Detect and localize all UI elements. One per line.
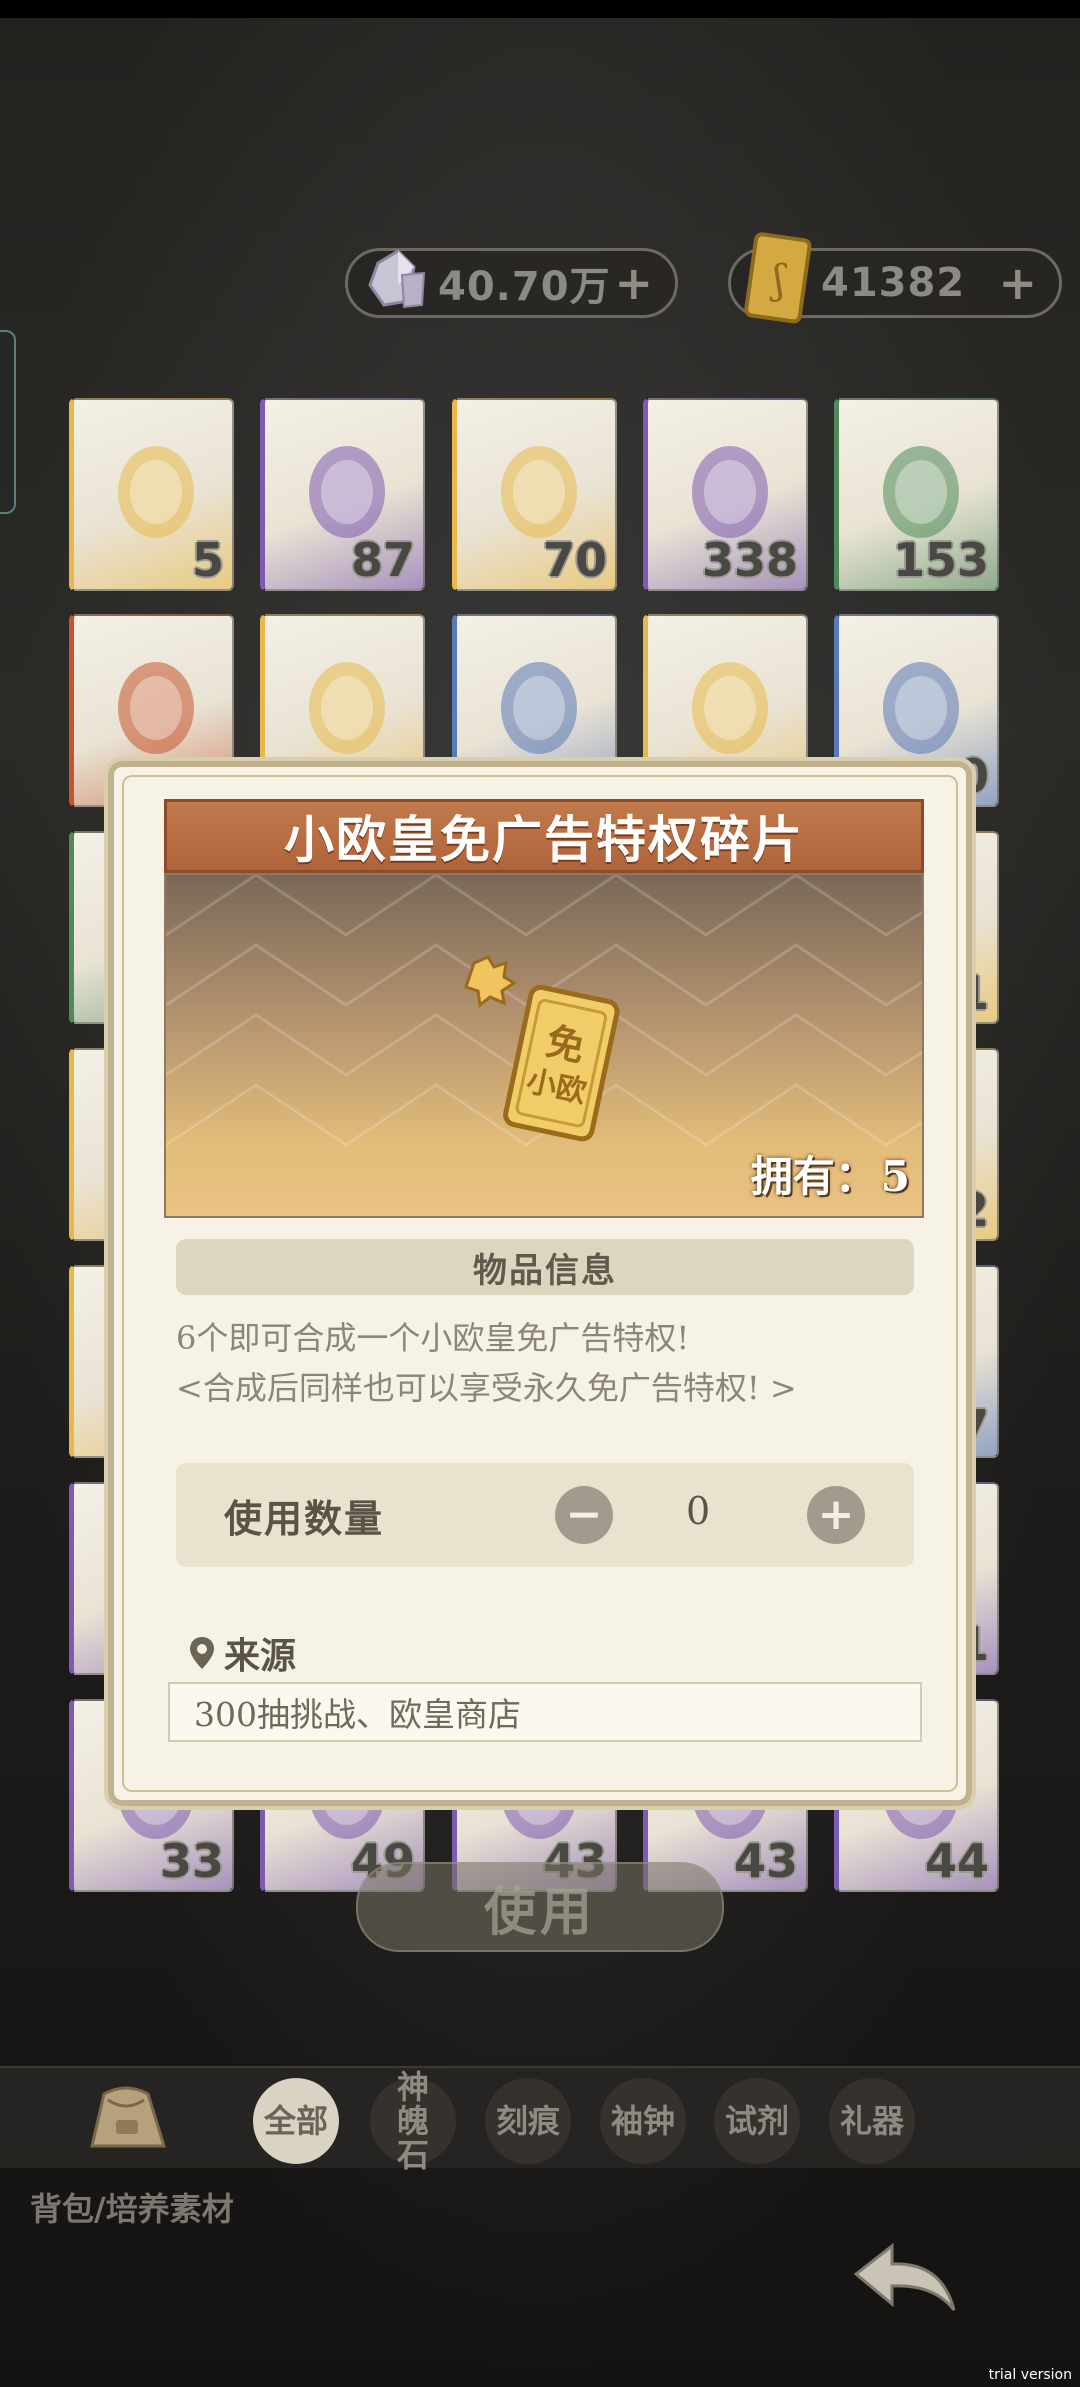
dialog-title-bar: 小欧皇免广告特权碎片	[164, 799, 924, 873]
ticket-currency: ʃ 41382 +	[728, 232, 1062, 324]
category-tab[interactable]: 神魄石	[370, 2070, 456, 2172]
ticket-icon: ʃ	[744, 232, 812, 324]
back-arrow-icon[interactable]	[850, 2240, 960, 2320]
crystal-currency: 40.70万 +	[345, 248, 678, 318]
crystal-icon	[368, 249, 426, 309]
blue-coupon-fragment-icon	[309, 446, 385, 538]
source-value: 300抽挑战、欧皇商店	[194, 1695, 521, 1734]
category-tab[interactable]: 礼器	[829, 2078, 915, 2164]
category-tab[interactable]: 试剂	[714, 2078, 800, 2164]
slot-count: 44	[924, 1834, 989, 1888]
location-pin-icon	[190, 1637, 214, 1669]
inventory-slot[interactable]: 153	[834, 398, 999, 591]
quantity-label: 使用数量	[224, 1495, 385, 1541]
potion-vials-icon	[883, 446, 959, 538]
owned-label: 拥有：	[750, 1152, 877, 1201]
crystal-amount: 40.70万	[438, 264, 611, 310]
scroll-icon	[309, 662, 385, 754]
decrease-quantity-button[interactable]: −	[555, 1486, 613, 1544]
purple-medal-icon	[883, 662, 959, 754]
item-info-header-label: 物品信息	[473, 1250, 617, 1291]
use-button[interactable]: 使用	[356, 1862, 724, 1952]
category-tab-label: 礼器	[839, 2102, 904, 2140]
inventory-slot[interactable]: 338	[643, 398, 808, 591]
owned-value: 5	[880, 1152, 910, 1201]
item-banner: 免 小欧 拥有：5	[164, 873, 924, 1218]
inventory-slot[interactable]: 70	[452, 398, 617, 591]
dialog-title: 小欧皇免广告特权碎片	[284, 810, 804, 869]
quantity-selector: 使用数量 − 0 +	[176, 1463, 914, 1567]
source-label: 来源	[224, 1635, 297, 1677]
increase-quantity-button[interactable]: +	[807, 1486, 865, 1544]
category-tab[interactable]: 全部	[253, 2078, 339, 2164]
ticket-amount: 41382	[821, 260, 966, 306]
add-ticket-button[interactable]: +	[998, 256, 1037, 310]
inventory-slot[interactable]: 87	[260, 398, 425, 591]
use-button-label: 使用	[483, 1881, 596, 1943]
coupon-fragment-icon	[118, 446, 194, 538]
add-crystal-button[interactable]: +	[614, 256, 653, 310]
minus-icon: −	[565, 1489, 603, 1540]
description-line-2: <合成后同样也可以享受永久免广告特权! >	[176, 1369, 797, 1407]
category-tab-label: 试剂	[724, 2102, 789, 2140]
coupon-fragment-icon: 免 小欧	[464, 955, 620, 1142]
category-tab-label: 袖钟	[610, 2102, 675, 2140]
category-tab-label: 全部	[263, 2102, 328, 2140]
golden-egg-icon	[501, 446, 577, 538]
item-info-header: 物品信息	[176, 1239, 914, 1295]
category-tab[interactable]: 袖钟	[600, 2078, 686, 2164]
slot-count: 5	[191, 533, 224, 587]
side-tab[interactable]	[0, 330, 16, 514]
slot-count: 153	[892, 533, 989, 587]
slot-count: 43	[733, 1834, 798, 1888]
coupon-icon	[118, 662, 194, 754]
slot-count: 87	[350, 533, 415, 587]
plus-icon: +	[817, 1489, 855, 1540]
slot-count: 33	[159, 1834, 224, 1888]
category-tab[interactable]: 刻痕	[485, 2078, 571, 2164]
purple-egg-icon	[692, 446, 768, 538]
status-bar	[0, 0, 1080, 18]
description-line-1: 6个即可合成一个小欧皇免广告特权!	[176, 1319, 690, 1357]
item-description: 6个即可合成一个小欧皇免广告特权! <合成后同样也可以享受永久免广告特权! >	[176, 1313, 916, 1413]
item-detail-dialog: 小欧皇免广告特权碎片 免 小欧 拥有：5 物品信息 6个即可合成一个小欧皇免广告…	[104, 757, 976, 1810]
watermark-text: trial version	[988, 2367, 1072, 2383]
medal-icon	[692, 662, 768, 754]
source-list[interactable]: 300抽挑战、欧皇商店	[168, 1682, 922, 1742]
category-tab-label: 刻痕	[495, 2102, 560, 2140]
quantity-value: 0	[686, 1489, 711, 1533]
inventory-slot[interactable]: 5	[69, 398, 234, 591]
slot-count: 338	[701, 533, 798, 587]
backpack-icon	[90, 2086, 167, 2148]
slot-count: 70	[542, 533, 607, 587]
scroll-icon	[501, 662, 577, 754]
category-tab-label: 神魄石	[396, 2068, 429, 2174]
breadcrumb: 背包/培养素材	[30, 2190, 234, 2228]
owned-count: 拥有：5	[751, 1143, 910, 1204]
source-heading: 来源	[188, 1627, 296, 1679]
